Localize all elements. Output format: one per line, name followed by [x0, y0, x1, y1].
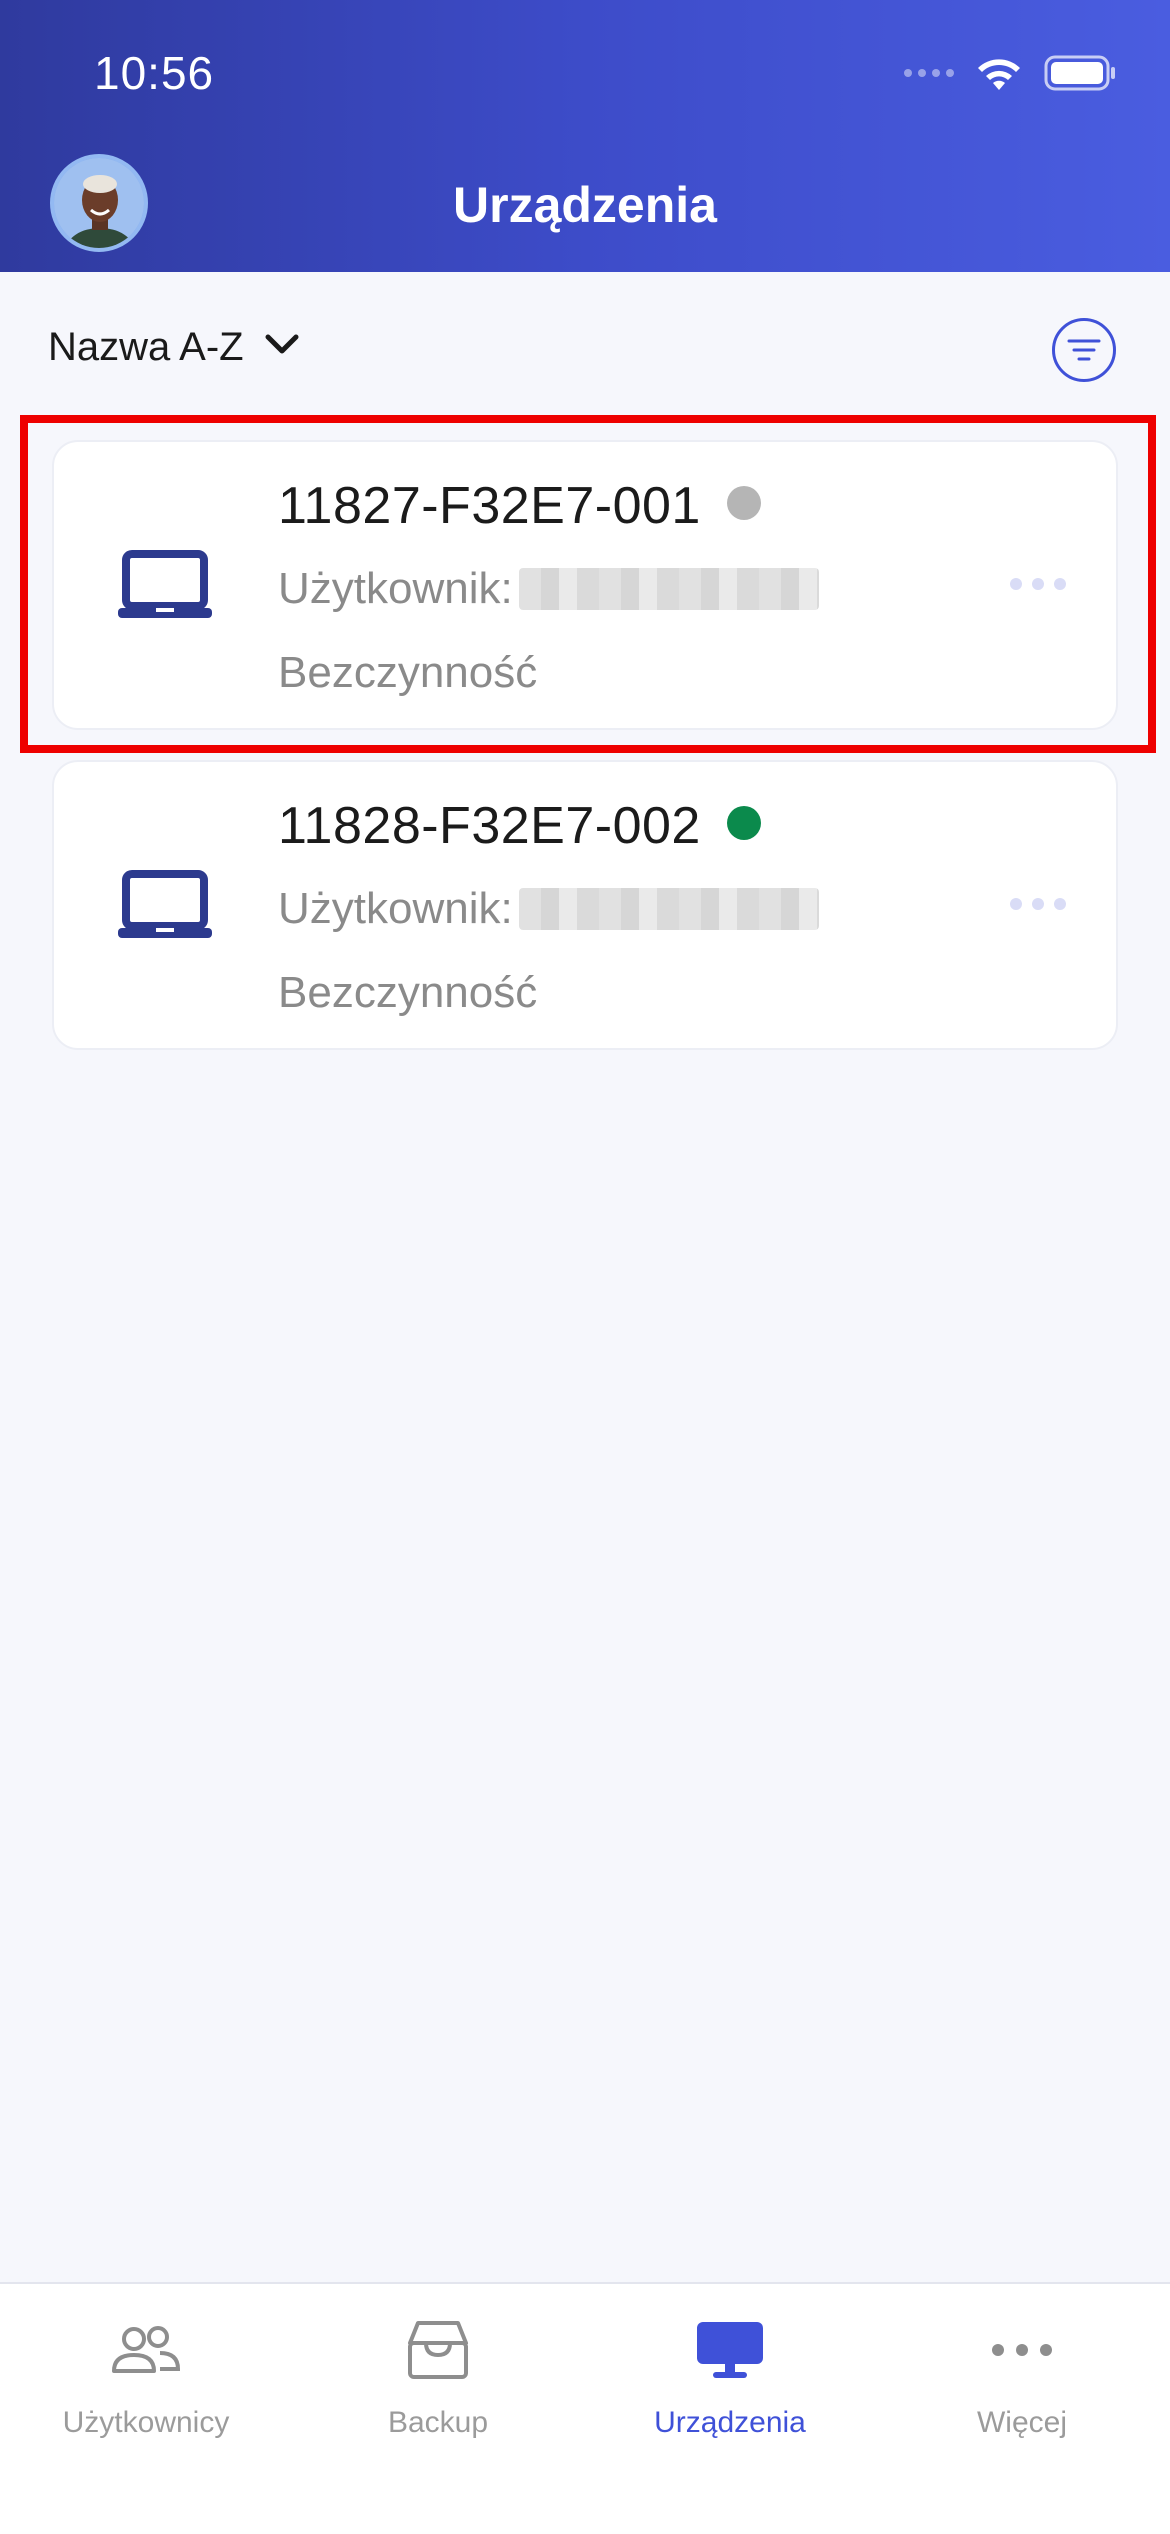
- chevron-down-icon: [264, 333, 300, 362]
- tab-devices[interactable]: Urządzenia: [584, 2310, 876, 2440]
- tab-label: Więcej: [976, 2406, 1067, 2439]
- battery-icon: [1044, 54, 1118, 92]
- sort-dropdown[interactable]: Nazwa A-Z: [48, 325, 300, 370]
- user-label: Użytkownik:: [278, 564, 513, 613]
- tab-more[interactable]: Więcej: [876, 2310, 1168, 2440]
- app-header: 10:56 Urządzenia: [0, 0, 1170, 272]
- tab-backup[interactable]: Backup: [292, 2310, 584, 2440]
- more-options-icon[interactable]: [1010, 898, 1066, 910]
- device-name: 11827-F32E7-001: [278, 476, 761, 536]
- device-name-text: 11827-F32E7-001: [278, 477, 701, 535]
- device-name-text: 11828-F32E7-002: [278, 797, 701, 855]
- redacted-user-name: [518, 888, 819, 930]
- more-icon: [876, 2310, 1168, 2390]
- status-dot-offline: [726, 486, 761, 521]
- device-card[interactable]: 11827-F32E7-001 Użytkownik: Bezczynność: [52, 440, 1118, 730]
- tab-label: Użytkownicy: [62, 2406, 230, 2439]
- status-dot-online: [726, 806, 761, 841]
- device-activity: Bezczynność: [278, 968, 538, 1017]
- filter-button[interactable]: [1052, 318, 1116, 382]
- filter-icon: [1067, 339, 1101, 361]
- status-time: 10:56: [94, 47, 215, 99]
- tab-label: Backup: [387, 2406, 489, 2439]
- monitor-icon: [584, 2310, 876, 2390]
- tab-bar: Użytkownicy Backup Urządzenia Więcej: [0, 2282, 1170, 2534]
- device-user: Użytkownik:: [278, 564, 819, 614]
- device-user: Użytkownik:: [278, 884, 819, 934]
- device-activity: Bezczynność: [278, 648, 538, 697]
- tab-users[interactable]: Użytkownicy: [0, 2310, 292, 2440]
- archive-box-icon: [292, 2310, 584, 2390]
- tab-label: Urządzenia: [654, 2406, 806, 2439]
- laptop-icon: [116, 870, 214, 947]
- device-card[interactable]: 11828-F32E7-002 Użytkownik: Bezczynność: [52, 760, 1118, 1050]
- more-options-icon[interactable]: [1010, 578, 1066, 590]
- redacted-user-name: [518, 568, 819, 610]
- users-icon: [0, 2310, 292, 2390]
- sort-label: Nazwa A-Z: [48, 325, 244, 369]
- device-name: 11828-F32E7-002: [278, 796, 761, 856]
- page-title: Urządzenia: [453, 177, 717, 233]
- signal-icon: [904, 69, 954, 77]
- laptop-icon: [116, 550, 214, 627]
- wifi-icon: [974, 54, 1024, 92]
- user-label: Użytkownik:: [278, 884, 513, 933]
- status-indicators: [904, 54, 1118, 92]
